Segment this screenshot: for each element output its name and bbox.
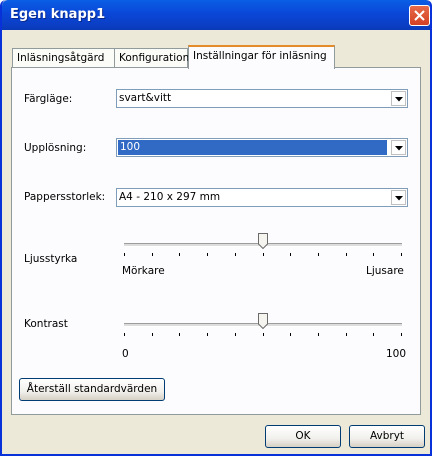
slider-tick <box>263 333 264 336</box>
slider-tick <box>318 333 319 336</box>
tab-label: Inläsningsåtgärd <box>17 52 105 64</box>
slider-tick <box>401 333 402 336</box>
title-bar[interactable]: Egen knapp1 <box>2 0 430 30</box>
close-button[interactable] <box>409 5 430 26</box>
slider-tick <box>179 333 180 336</box>
slider-tick <box>207 333 208 336</box>
color-mode-select[interactable]: svart&vitt <box>116 89 408 108</box>
dropdown-button[interactable] <box>391 140 406 155</box>
slider-tick <box>152 253 153 256</box>
dialog-window: Egen knapp1 Inläsningsåtgärd Konfigurati… <box>0 0 432 456</box>
contrast-slider[interactable] <box>124 313 402 336</box>
color-mode-value: svart&vitt <box>119 92 172 104</box>
slider-thumb[interactable] <box>258 313 268 329</box>
slider-tick <box>263 253 264 256</box>
slider-tick <box>373 333 374 336</box>
brightness-slider[interactable] <box>124 233 402 256</box>
window-title: Egen knapp1 <box>10 7 106 22</box>
chevron-down-icon <box>395 196 403 201</box>
slider-tick <box>124 333 125 336</box>
slider-tick <box>290 253 291 256</box>
slider-tick <box>401 253 402 256</box>
dropdown-button[interactable] <box>391 91 406 106</box>
tab-konfiguration[interactable]: Konfiguration <box>114 48 190 67</box>
tab-installningar-for-inlasning[interactable]: Inställningar för inläsning <box>188 45 335 69</box>
contrast-label: Kontrast <box>24 318 68 330</box>
color-mode-label: Färgläge: <box>24 93 73 105</box>
resolution-value: 100 <box>118 140 387 155</box>
slider-tick <box>207 253 208 256</box>
slider-tick <box>373 253 374 256</box>
chevron-down-icon <box>395 146 403 151</box>
paper-size-select[interactable]: A4 - 210 x 297 mm <box>116 188 408 207</box>
brightness-max-label: Ljusare <box>366 265 404 277</box>
tab-label: Konfiguration <box>119 52 190 64</box>
slider-tick <box>346 333 347 336</box>
ok-button[interactable]: OK <box>265 425 341 448</box>
brightness-min-label: Mörkare <box>122 265 165 277</box>
contrast-min-label: 0 <box>122 348 129 360</box>
slider-tick <box>235 333 236 336</box>
slider-tick <box>152 333 153 336</box>
close-icon <box>414 10 425 21</box>
tab-label: Inställningar för inläsning <box>193 50 327 62</box>
resolution-label: Upplösning: <box>24 142 87 154</box>
reset-defaults-button[interactable]: Återställ standardvärden <box>19 378 165 401</box>
chevron-down-icon <box>395 97 403 102</box>
resolution-select[interactable]: 100 <box>116 138 408 157</box>
slider-tick <box>318 253 319 256</box>
brightness-label: Ljusstyrka <box>24 253 78 265</box>
slider-tick <box>346 253 347 256</box>
paper-size-value: A4 - 210 x 297 mm <box>119 191 221 203</box>
cancel-button[interactable]: Avbryt <box>349 425 425 448</box>
slider-thumb[interactable] <box>258 233 268 249</box>
slider-tick <box>290 333 291 336</box>
slider-tick <box>124 253 125 256</box>
slider-tick <box>179 253 180 256</box>
slider-tick <box>235 253 236 256</box>
tab-inlasningsatgard[interactable]: Inläsningsåtgärd <box>12 48 115 67</box>
paper-size-label: Pappersstorlek: <box>24 191 106 203</box>
contrast-max-label: 100 <box>386 348 407 360</box>
dropdown-button[interactable] <box>391 190 406 205</box>
